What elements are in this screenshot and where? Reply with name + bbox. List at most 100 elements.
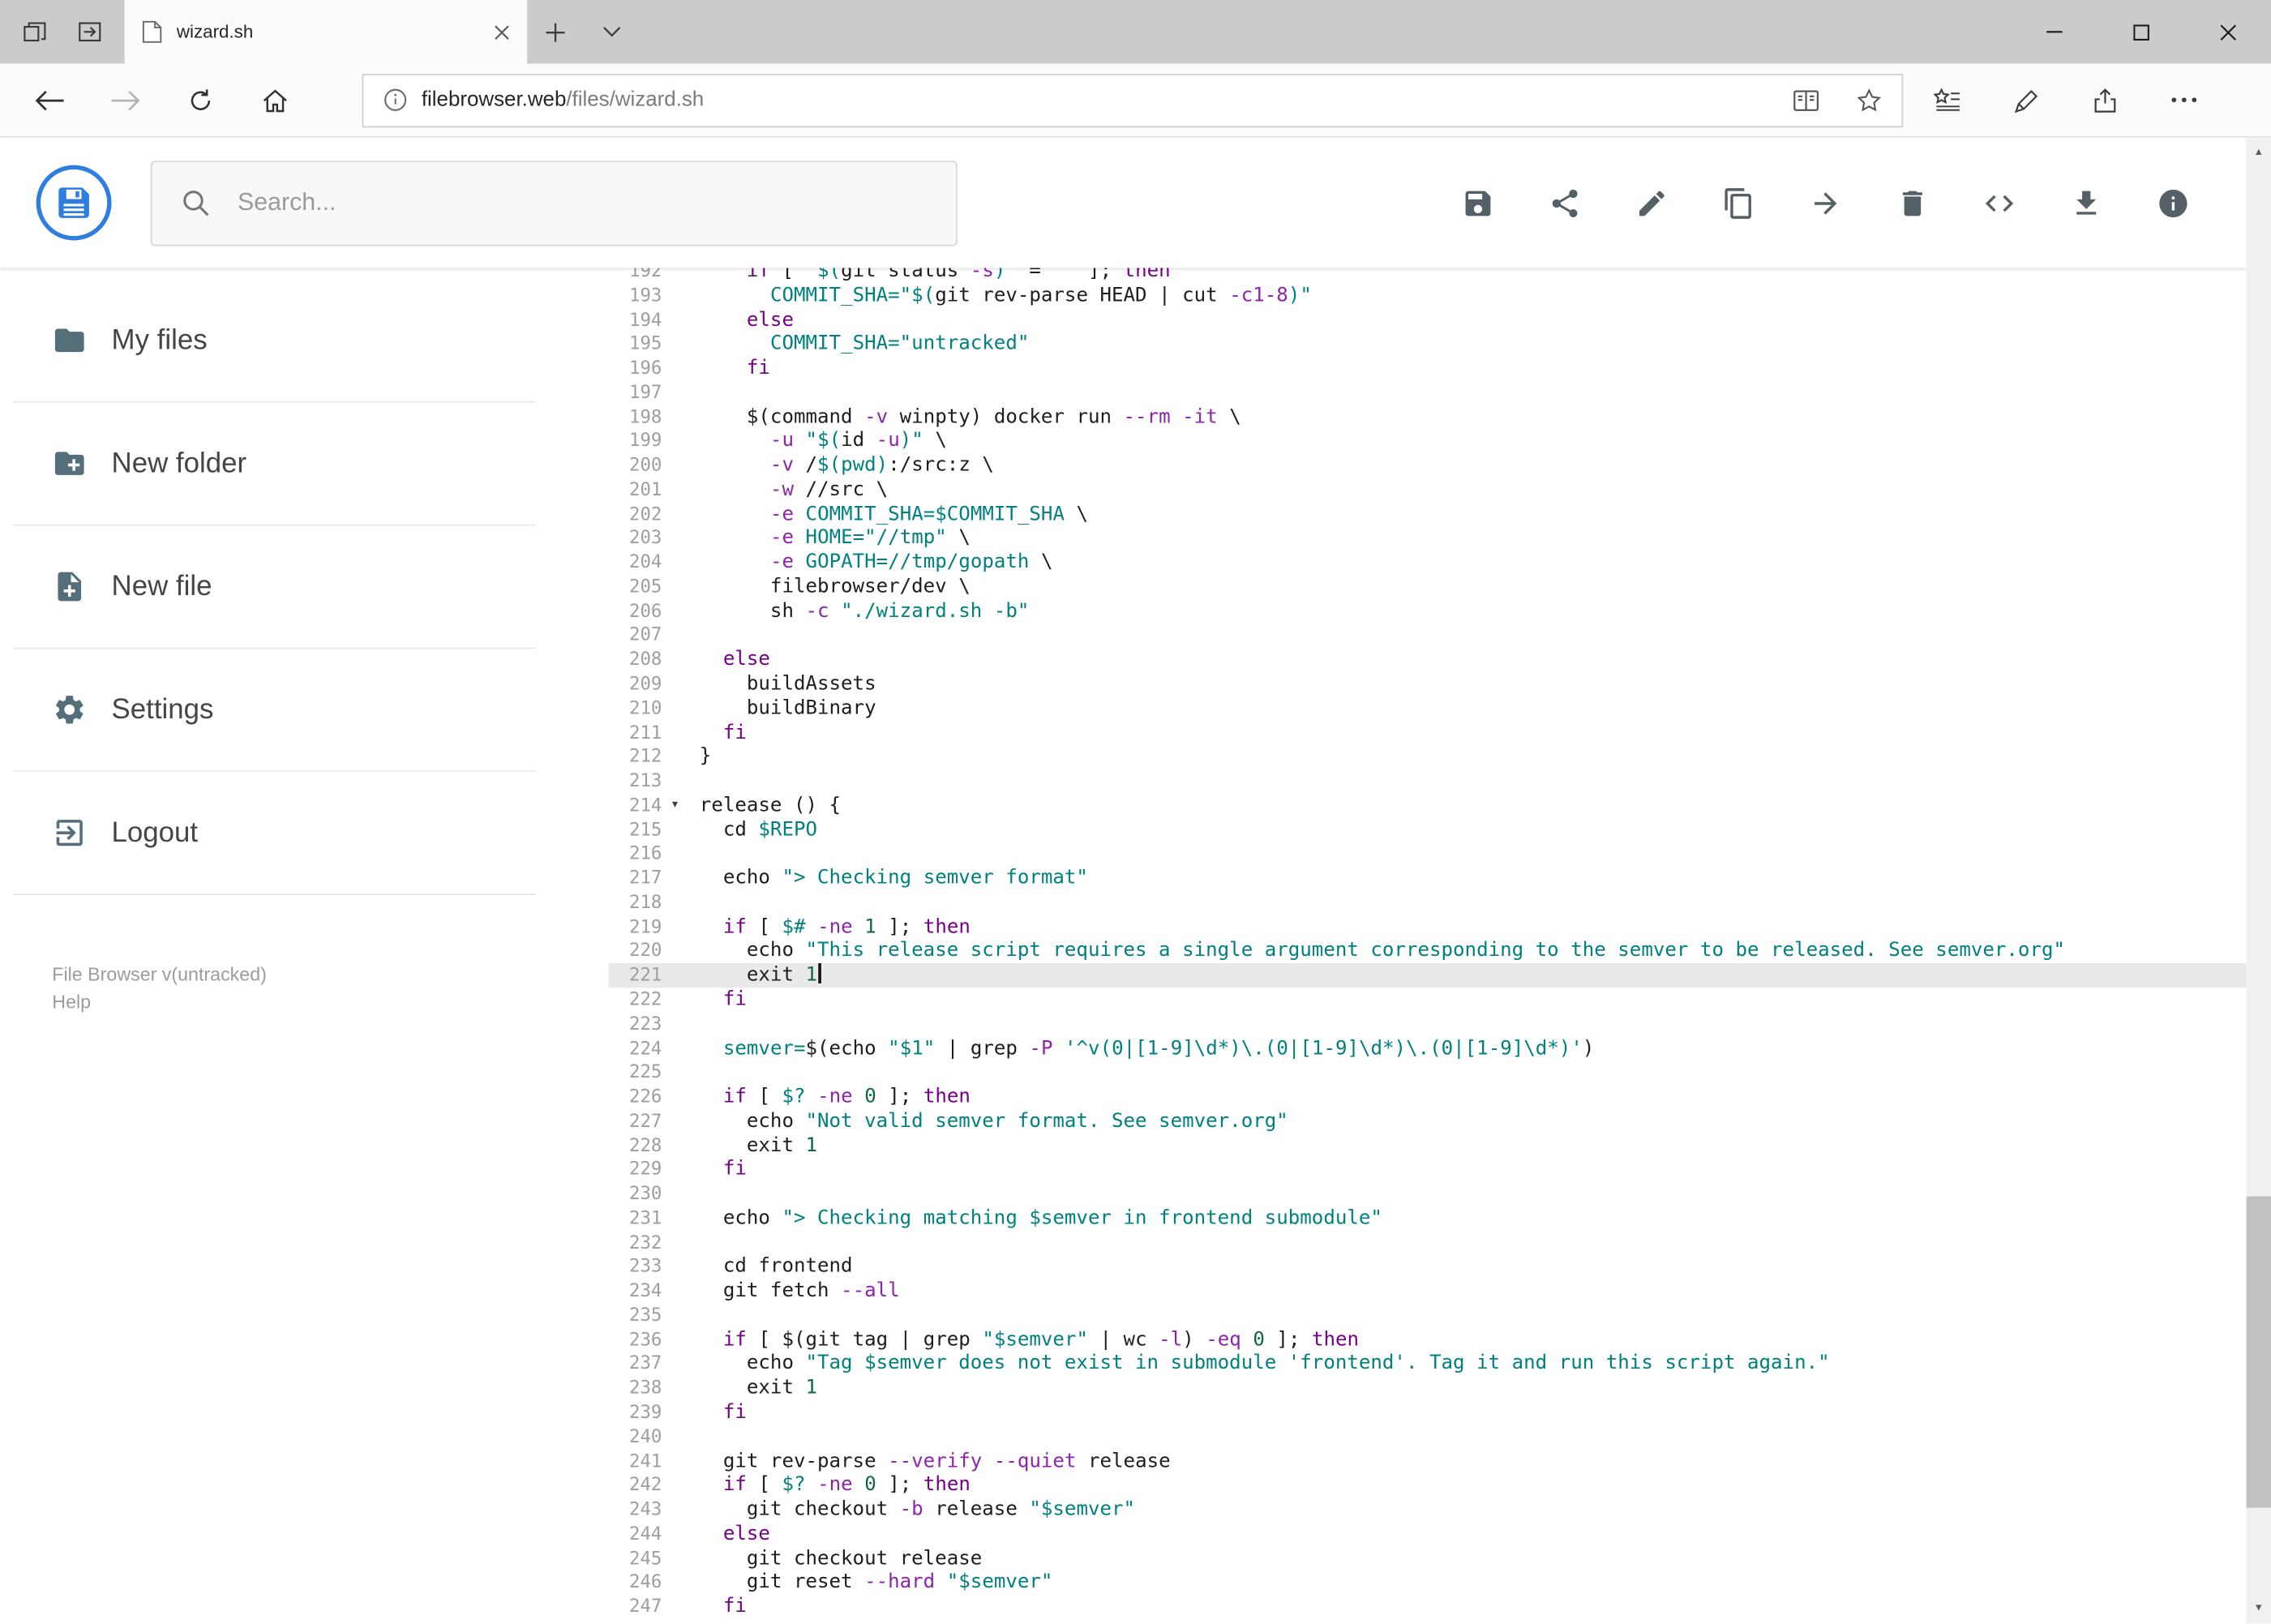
save-button[interactable]: [1460, 186, 1495, 221]
code-line[interactable]: 222 fi: [608, 988, 2246, 1012]
scrollbar-thumb[interactable]: [2246, 1196, 2271, 1508]
page-scrollbar[interactable]: ▲ ▼: [2246, 137, 2271, 1624]
code-line[interactable]: 215 cd $REPO: [608, 818, 2246, 842]
code-line[interactable]: 225: [608, 1061, 2246, 1085]
code-line[interactable]: 221 exit 1: [608, 963, 2247, 988]
scroll-up-arrow[interactable]: ▲: [2247, 140, 2271, 165]
code-line[interactable]: 193 COMMIT_SHA="$(git rev-parse HEAD | c…: [608, 284, 2246, 308]
code-line[interactable]: 234 git fetch --all: [608, 1279, 2246, 1304]
site-info-icon[interactable]: [383, 88, 407, 112]
code-line[interactable]: 198 $(command -v winpty) docker run --rm…: [608, 405, 2246, 429]
code-line[interactable]: 220 echo "This release script requires a…: [608, 939, 2246, 963]
code-line[interactable]: 236 if [ $(git tag | grep "$semver" | wc…: [608, 1328, 2246, 1352]
code-line[interactable]: 242 if [ $? -ne 0 ]; then: [608, 1473, 2246, 1498]
code-line[interactable]: 233 cd frontend: [608, 1255, 2246, 1279]
code-line[interactable]: 213: [608, 769, 2246, 794]
code-line[interactable]: 243 git checkout -b release "$semver": [608, 1498, 2246, 1522]
code-line[interactable]: 240: [608, 1425, 2246, 1449]
code-line[interactable]: 197: [608, 381, 2246, 405]
code-line[interactable]: 219 if [ $# -ne 1 ]; then: [608, 915, 2246, 939]
code-line[interactable]: 229 fi: [608, 1158, 2246, 1182]
tab-preview-icon[interactable]: [78, 22, 101, 42]
hub-favorites-icon[interactable]: [1933, 88, 1961, 112]
share-button[interactable]: [1547, 186, 1582, 221]
code-line[interactable]: 217 echo "> Checking semver format": [608, 866, 2246, 890]
tab-close-icon[interactable]: [494, 24, 510, 40]
code-line[interactable]: 244 else: [608, 1522, 2246, 1546]
code-line[interactable]: 245 git checkout release: [608, 1546, 2246, 1570]
code-line[interactable]: 241 git rev-parse --verify --quiet relea…: [608, 1449, 2246, 1473]
favorite-star-icon[interactable]: [1857, 88, 1882, 112]
code-line[interactable]: 239 fi: [608, 1400, 2246, 1425]
sidebar-item-new-file[interactable]: New file: [13, 525, 536, 649]
code-line[interactable]: 223: [608, 1012, 2246, 1036]
more-options-icon[interactable]: [2171, 97, 2197, 103]
code-editor[interactable]: 192 if [ "$(git status -s)" = "" ]; then…: [608, 268, 2247, 1624]
delete-button[interactable]: [1895, 186, 1930, 221]
fold-marker-icon[interactable]: ▾: [671, 794, 679, 818]
code-line[interactable]: 195 COMMIT_SHA="untracked": [608, 332, 2246, 357]
tab-list-chevron-icon[interactable]: [584, 0, 641, 64]
code-line[interactable]: 200 -v /$(pwd):/src:z \: [608, 453, 2246, 478]
code-line[interactable]: 210 buildBinary: [608, 696, 2246, 721]
sidebar-item-settings[interactable]: Settings: [13, 649, 536, 773]
code-line[interactable]: 205 filebrowser/dev \: [608, 575, 2246, 599]
help-link[interactable]: Help: [52, 988, 608, 1015]
sidebar-item-my-files[interactable]: My files: [13, 280, 536, 403]
move-button[interactable]: [1807, 186, 1842, 221]
download-button[interactable]: [2068, 186, 2103, 221]
sidebar-item-new-folder[interactable]: New folder: [13, 403, 536, 526]
address-bar[interactable]: filebrowser.web/files/wizard.sh: [362, 73, 1904, 127]
tabs-set-aside-icon[interactable]: [24, 22, 47, 42]
code-line[interactable]: 203 -e HOME="//tmp" \: [608, 526, 2246, 551]
code-line[interactable]: 209 buildAssets: [608, 672, 2246, 696]
code-view-button[interactable]: [1982, 186, 2016, 221]
code-line[interactable]: 201 -w //src \: [608, 478, 2246, 502]
code-line[interactable]: 230: [608, 1182, 2246, 1206]
code-line[interactable]: 207: [608, 623, 2246, 648]
code-line[interactable]: 211 fi: [608, 721, 2246, 745]
code-line[interactable]: 247 fi: [608, 1595, 2246, 1619]
forward-button[interactable]: [87, 70, 162, 131]
code-line[interactable]: 194 else: [608, 308, 2246, 332]
browser-tab[interactable]: wizard.sh: [124, 0, 528, 64]
code-line[interactable]: 216: [608, 842, 2246, 867]
filebrowser-logo[interactable]: [36, 165, 112, 241]
new-tab-button[interactable]: [527, 0, 584, 64]
code-line[interactable]: 228 exit 1: [608, 1133, 2246, 1158]
back-button[interactable]: [11, 70, 87, 131]
code-line[interactable]: 227 echo "Not valid semver format. See s…: [608, 1109, 2246, 1133]
code-line[interactable]: 224 semver=$(echo "$1" | grep -P '^v(0|[…: [608, 1036, 2246, 1061]
refresh-button[interactable]: [162, 70, 238, 131]
sidebar-item-logout[interactable]: Logout: [13, 772, 536, 895]
web-note-pen-icon[interactable]: [2014, 88, 2039, 113]
code-line[interactable]: 218: [608, 890, 2246, 915]
code-line[interactable]: 199 -u "$(id -u)" \: [608, 429, 2246, 453]
search-box[interactable]: [150, 160, 958, 246]
code-line[interactable]: 212}: [608, 745, 2246, 769]
code-line[interactable]: 246 git reset --hard "$semver": [608, 1570, 2246, 1595]
code-line[interactable]: 192 if [ "$(git status -s)" = "" ]; then: [608, 268, 2246, 283]
scroll-down-arrow[interactable]: ▼: [2247, 1596, 2271, 1621]
code-line[interactable]: 196 fi: [608, 357, 2246, 381]
code-line[interactable]: 231 echo "> Checking matching $semver in…: [608, 1206, 2246, 1231]
code-line[interactable]: 226 if [ $? -ne 0 ]; then: [608, 1085, 2246, 1109]
minimize-button[interactable]: [2010, 0, 2097, 64]
home-button[interactable]: [238, 70, 313, 131]
rename-button[interactable]: [1634, 186, 1669, 221]
info-button[interactable]: [2155, 186, 2190, 221]
copy-button[interactable]: [1720, 186, 1755, 221]
code-line[interactable]: 208 else: [608, 648, 2246, 672]
code-line[interactable]: 204 -e GOPATH=//tmp/gopath \: [608, 551, 2246, 575]
share-page-icon[interactable]: [2093, 88, 2117, 112]
close-window-button[interactable]: [2184, 0, 2271, 64]
search-input[interactable]: [234, 186, 849, 219]
code-line[interactable]: 238 exit 1: [608, 1376, 2246, 1400]
maximize-button[interactable]: [2097, 0, 2184, 64]
code-line[interactable]: 214 ▾ release () {: [608, 794, 2246, 818]
code-line[interactable]: 232: [608, 1231, 2246, 1255]
code-line[interactable]: 202 -e COMMIT_SHA=$COMMIT_SHA \: [608, 502, 2246, 526]
code-line[interactable]: 206 sh -c "./wizard.sh -b": [608, 599, 2246, 623]
code-line[interactable]: 235: [608, 1304, 2246, 1328]
code-line[interactable]: 237 echo "Tag $semver does not exist in …: [608, 1352, 2246, 1376]
